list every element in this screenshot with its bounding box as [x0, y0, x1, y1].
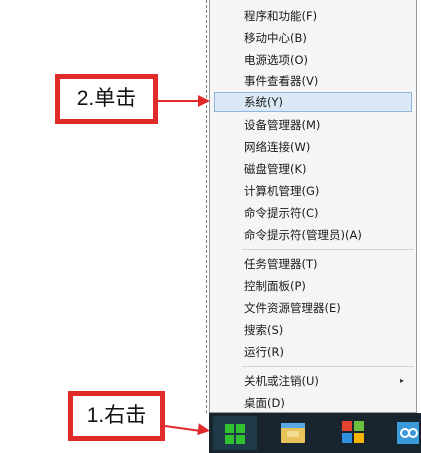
- menu-item-label: 关机或注销(U): [244, 374, 319, 388]
- menu-item-task-manager[interactable]: 任务管理器(T): [214, 254, 412, 274]
- winx-context-menu: 程序和功能(F) 移动中心(B) 电源选项(O) 事件查看器(V) 系统(Y) …: [209, 0, 417, 413]
- menu-item-computer-management[interactable]: 计算机管理(G): [214, 181, 412, 201]
- capture-dashed-border: [206, 0, 207, 413]
- start-button[interactable]: [213, 416, 257, 450]
- submenu-arrow-icon: ▸: [399, 376, 404, 385]
- store-icon[interactable]: [329, 416, 377, 450]
- callout-label: 1.右击: [86, 404, 147, 427]
- menu-item-control-panel[interactable]: 控制面板(P): [214, 276, 412, 296]
- menu-separator: [242, 366, 414, 367]
- menu-item-network-connections[interactable]: 网络连接(W): [214, 137, 412, 157]
- callout-arrow-icon: [198, 95, 210, 107]
- menu-item-shutdown-signout[interactable]: 关机或注销(U) ▸: [214, 371, 412, 391]
- menu-item-command-prompt[interactable]: 命令提示符(C): [214, 203, 412, 223]
- menu-item-event-viewer[interactable]: 事件查看器(V): [214, 71, 412, 91]
- network-app-icon[interactable]: [389, 416, 421, 450]
- screenshot-stage: 程序和功能(F) 移动中心(B) 电源选项(O) 事件查看器(V) 系统(Y) …: [0, 0, 421, 453]
- menu-item-system[interactable]: 系统(Y): [214, 92, 412, 112]
- menu-item-power-options[interactable]: 电源选项(O): [214, 50, 412, 70]
- menu-separator: [242, 249, 414, 250]
- callout-label: 2.单击: [76, 87, 137, 110]
- menu-item-device-manager[interactable]: 设备管理器(M): [214, 115, 412, 135]
- callout-arrow-icon: [197, 423, 211, 437]
- menu-item-mobility-center[interactable]: 移动中心(B): [214, 28, 412, 48]
- menu-item-search[interactable]: 搜索(S): [214, 320, 412, 340]
- callout-step2-click: 2.单击: [55, 74, 158, 124]
- file-explorer-icon[interactable]: [269, 416, 317, 450]
- menu-item-desktop[interactable]: 桌面(D): [214, 393, 412, 413]
- taskbar: [209, 413, 421, 453]
- menu-item-disk-management[interactable]: 磁盘管理(K): [214, 159, 412, 179]
- menu-item-programs-features[interactable]: 程序和功能(F): [214, 6, 412, 26]
- menu-item-run[interactable]: 运行(R): [214, 342, 412, 362]
- callout-arrow-line: [158, 100, 200, 102]
- callout-step1-right-click: 1.右击: [68, 391, 165, 441]
- menu-item-command-prompt-admin[interactable]: 命令提示符(管理员)(A): [214, 225, 412, 245]
- callout-arrow-line: [164, 425, 201, 433]
- menu-item-file-explorer[interactable]: 文件资源管理器(E): [214, 298, 412, 318]
